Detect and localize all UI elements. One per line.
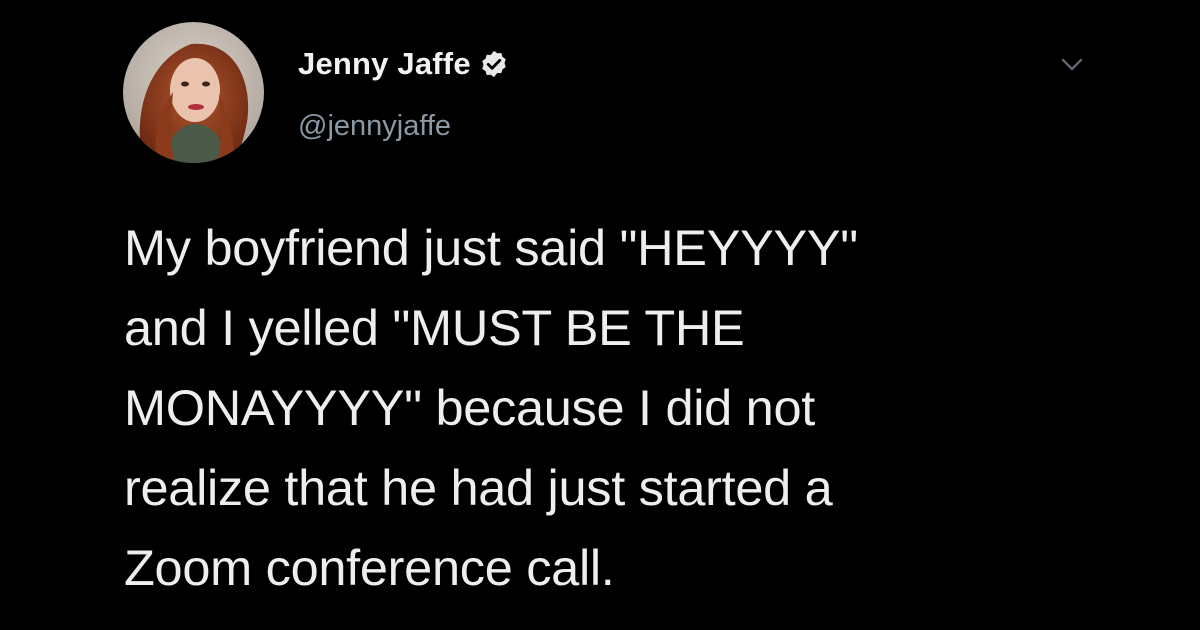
user-handle[interactable]: @jennyjaffe — [298, 110, 451, 143]
avatar[interactable] — [123, 22, 264, 163]
chevron-down-icon[interactable] — [1056, 48, 1088, 80]
verified-badge-icon — [479, 49, 509, 79]
avatar-photo — [123, 22, 264, 163]
display-name[interactable]: Jenny Jaffe — [298, 46, 471, 82]
author-name-row: Jenny Jaffe — [298, 44, 509, 84]
tweet-card: Jenny Jaffe @jennyjaffe My boyfriend jus… — [0, 0, 1200, 630]
tweet-text: My boyfriend just said "HEYYYY" and I ye… — [124, 219, 858, 596]
